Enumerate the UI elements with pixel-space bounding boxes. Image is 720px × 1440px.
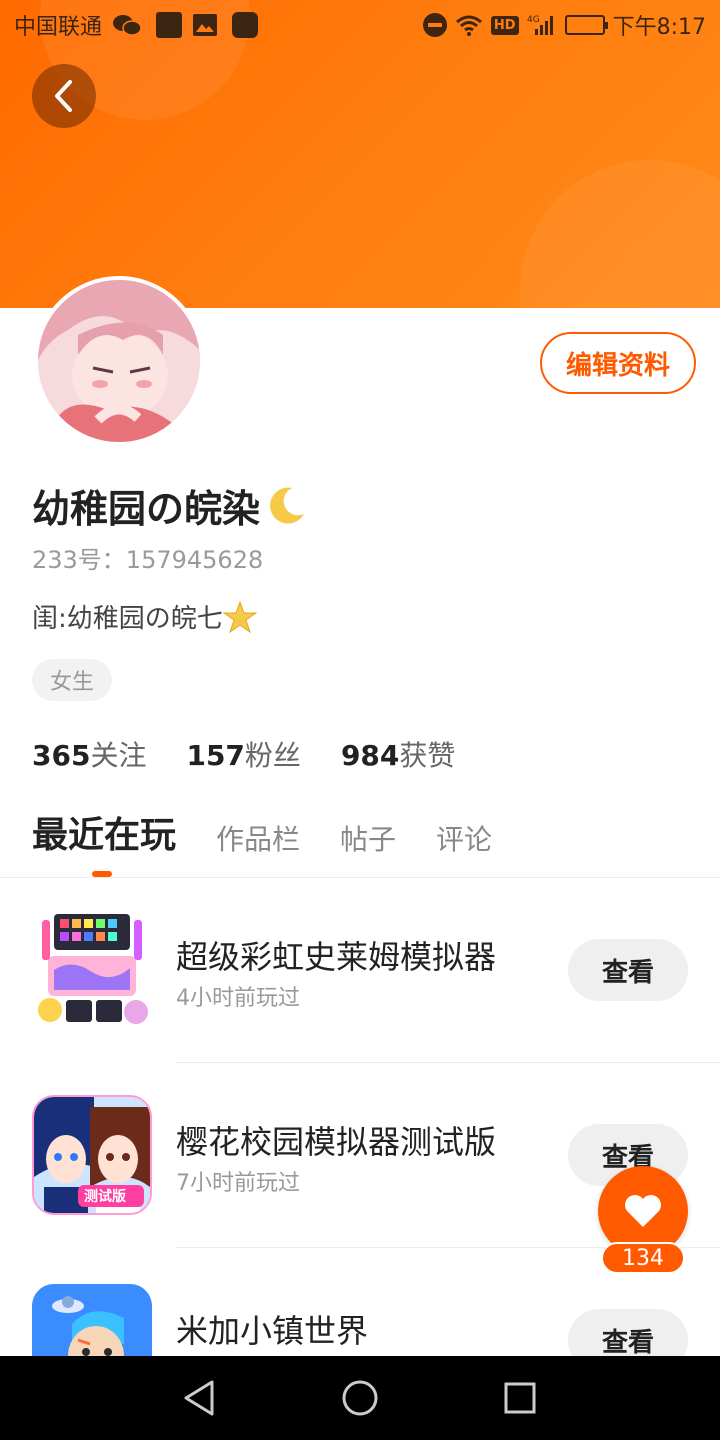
avatar-image	[38, 280, 200, 442]
signal-icon: 4G	[527, 15, 553, 35]
star-icon	[222, 600, 257, 633]
game-icon-sakura: 测试版	[32, 1095, 152, 1215]
system-nav-bar	[0, 1356, 720, 1440]
user-id: 233号：157945628	[32, 546, 264, 574]
back-button[interactable]	[32, 64, 96, 128]
carrier-label: 中国联通	[14, 15, 103, 40]
game-title: 超级彩虹史莱姆模拟器	[176, 938, 497, 976]
chevron-left-icon	[55, 80, 72, 112]
stat-number: 157	[186, 739, 245, 772]
nickname: 幼稚园の皖染	[32, 487, 261, 531]
heart-icon	[625, 1195, 661, 1227]
bio-text: 闺:幼稚园の皖七	[32, 604, 223, 634]
tab-bar: 最近在玩 作品栏 帖子 评论	[32, 808, 492, 858]
bio-row: 闺:幼稚园の皖七	[32, 598, 257, 635]
stat-label: 获赞	[399, 739, 456, 772]
svg-text:测试版: 测试版	[84, 1188, 126, 1205]
stat-number: 984	[340, 739, 400, 772]
game-icon-slime	[32, 910, 152, 1030]
game-last-played: 7小时前玩过	[176, 1171, 300, 1196]
view-button[interactable]: 查看	[568, 939, 688, 1001]
edit-profile-button[interactable]: 编辑资料	[540, 332, 696, 394]
svg-text:4G: 4G	[527, 15, 540, 25]
list-item[interactable]: 超级彩虹史莱姆模拟器 4小时前玩过 查看	[0, 878, 720, 1063]
notification-icon	[156, 12, 183, 38]
nickname-row: 幼稚园の皖染	[32, 478, 308, 533]
crescent-moon-icon	[270, 487, 305, 524]
gender-tag: 女生	[32, 659, 112, 701]
game-last-played: 4小时前玩过	[176, 986, 300, 1011]
tab-comments[interactable]: 评论	[436, 818, 492, 858]
stat-label: 粉丝	[244, 739, 301, 772]
tab-works[interactable]: 作品栏	[216, 818, 300, 858]
stat-likes[interactable]: 984 获赞	[341, 734, 455, 774]
tab-posts[interactable]: 帖子	[340, 818, 396, 858]
stat-followers[interactable]: 157 粉丝	[186, 734, 300, 774]
status-right: HD 4G 下午8:17	[422, 9, 706, 41]
banner-decoration	[520, 160, 720, 308]
game-title: 米加小镇世界	[176, 1312, 369, 1350]
app-notification-icon	[232, 12, 259, 38]
battery-icon	[564, 15, 608, 35]
status-time: 下午8:17	[612, 15, 706, 40]
like-count: 134	[601, 1242, 685, 1274]
gallery-icon	[193, 14, 218, 36]
nav-back-icon[interactable]	[180, 1378, 220, 1418]
stat-label: 关注	[90, 739, 147, 772]
wifi-icon	[455, 15, 482, 36]
tab-recently-played[interactable]: 最近在玩	[32, 806, 176, 858]
game-title: 樱花校园模拟器测试版	[176, 1123, 497, 1161]
stat-following[interactable]: 365 关注	[32, 734, 146, 774]
status-bar: 中国联通 HD 4G 下午8:17	[0, 0, 720, 50]
wechat-icon	[113, 15, 142, 36]
stat-number: 365	[32, 739, 91, 772]
hd-badge: HD	[490, 15, 519, 35]
avatar[interactable]	[34, 276, 204, 446]
do-not-disturb-icon	[422, 13, 447, 37]
stats-row: 365 关注 157 粉丝 984 获赞	[32, 734, 455, 774]
nav-recents-icon[interactable]	[500, 1378, 540, 1418]
nav-home-icon[interactable]	[340, 1378, 380, 1418]
